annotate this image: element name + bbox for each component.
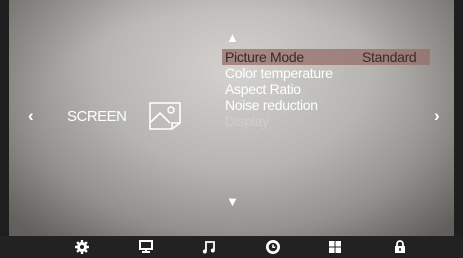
scroll-down-arrow[interactable]: ▼ bbox=[226, 195, 239, 208]
scroll-up-arrow[interactable]: ▲ bbox=[226, 31, 239, 44]
left-frame-edge bbox=[0, 0, 9, 258]
category-title: SCREEN bbox=[67, 108, 127, 125]
menu-item-label: Aspect Ratio bbox=[225, 81, 301, 97]
menu-item-aspect-ratio[interactable]: Aspect Ratio bbox=[222, 81, 430, 97]
menu-item-label: Noise reduction bbox=[225, 97, 318, 113]
grid-icon[interactable] bbox=[327, 239, 343, 255]
right-frame-edge bbox=[454, 0, 463, 258]
next-category-arrow[interactable]: › bbox=[434, 107, 440, 124]
picture-icon bbox=[148, 101, 182, 131]
picture-settings-menu: Picture Mode Standard Color temperature … bbox=[222, 49, 430, 129]
monitor-icon[interactable] bbox=[138, 239, 154, 255]
clock-icon[interactable] bbox=[265, 239, 281, 255]
menu-item-label: Color temperature bbox=[225, 65, 333, 81]
menu-item-display: Display bbox=[222, 113, 430, 129]
tv-menu-screen: ‹ › ▲ ▼ SCREEN Picture Mode Standard Col… bbox=[0, 0, 463, 258]
previous-category-arrow[interactable]: ‹ bbox=[28, 107, 34, 124]
menu-item-picture-mode[interactable]: Picture Mode Standard bbox=[222, 49, 430, 65]
menu-item-label: Display bbox=[225, 113, 269, 129]
lock-icon[interactable] bbox=[392, 239, 408, 255]
menu-item-noise-reduction[interactable]: Noise reduction bbox=[222, 97, 430, 113]
menu-item-label: Picture Mode bbox=[225, 49, 304, 65]
gear-icon[interactable] bbox=[74, 239, 90, 255]
bottom-tab-bar bbox=[0, 236, 463, 258]
music-icon[interactable] bbox=[201, 239, 217, 255]
picture-mode-value: Standard bbox=[362, 49, 417, 65]
menu-item-color-temperature[interactable]: Color temperature bbox=[222, 65, 430, 81]
